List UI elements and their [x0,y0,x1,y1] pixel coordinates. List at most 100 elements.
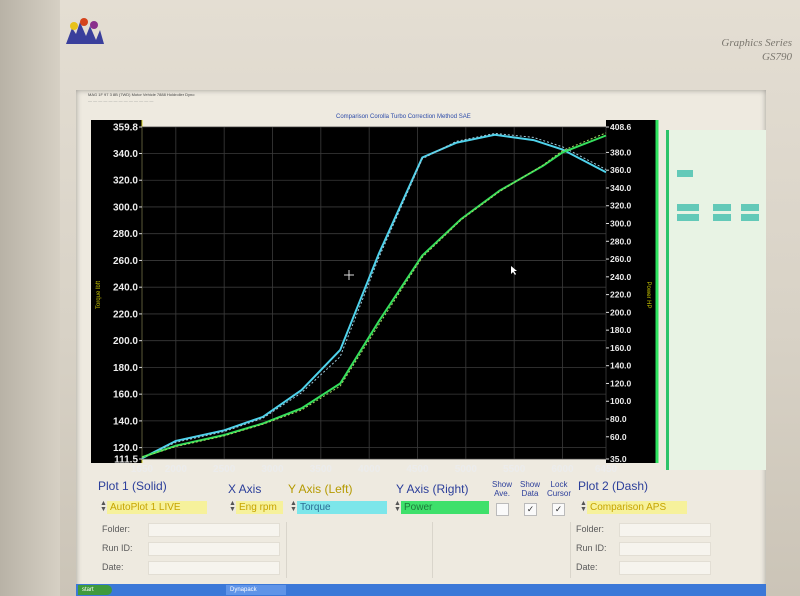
x-tick-label: 4500 [406,464,429,475]
y-right-tick-label: 240.0 [610,272,632,282]
brand-model: GS790 [762,51,792,63]
y-left-tick-label: 340.0 [113,149,138,160]
x-tick-label: 5000 [455,464,478,475]
y-right-tick-label: 380.0 [610,147,632,157]
xaxis-label: X Axis [228,482,262,496]
info-divider [286,522,287,578]
runid-label-2: Run ID: [576,543,607,553]
rp-cell [713,214,731,221]
plot2-select[interactable]: Comparison APS [587,501,687,514]
xaxis-spinner[interactable]: ▲ ▼ [229,500,236,514]
y-right-tick-label: 180.0 [610,325,632,335]
y-left-tick-label: 220.0 [113,309,138,320]
y-left-tick-label: 120.0 [113,443,138,454]
bezel-shadow [0,0,60,596]
lock-cursor-checkbox[interactable]: ✓ [552,503,565,516]
yright-label: Y Axis (Right) [396,482,469,496]
viewsonic-birds-logo [66,18,104,44]
plot2-label: Plot 2 (Dash) [578,479,649,493]
y-right-tick-label: 320.0 [610,201,632,211]
yright-select[interactable]: Power [401,501,489,514]
rp-cell [713,204,731,211]
plot1-spinner[interactable]: ▲ ▼ [100,500,107,514]
x-tick-label: 2000 [165,464,188,475]
yleft-spinner[interactable]: ▲ ▼ [290,500,297,514]
taskbar-item-dynapack[interactable]: Dynapack [226,585,286,595]
y-left-tick-label: 111.5 [114,455,138,466]
y-right-tick-label: 100.0 [610,396,632,406]
xaxis-select[interactable]: Eng rpm [236,501,283,514]
folder-field[interactable] [148,523,280,537]
info-divider [432,522,433,578]
y-right-tick-label: 300.0 [610,219,632,229]
rp-cell [677,170,693,177]
y-right-tick-label: 120.0 [610,378,632,388]
runid-field-2[interactable] [619,542,711,556]
y-left-tick-label: 240.0 [113,283,138,294]
y-right-tick-label: 60.0 [610,432,627,442]
y-right-tick-label: 140.0 [610,361,632,371]
y-left-tick-label: 300.0 [113,202,138,213]
plot1-select[interactable]: AutoPlot 1 LIVE [107,501,207,514]
show-ave-label: Show Ave. [491,480,512,498]
y-left-tick-label: 260.0 [113,256,138,267]
rp-cell [741,214,759,221]
taskbar: start Dynapack [76,584,766,596]
y-left-tick-label: 160.0 [113,390,138,401]
dyno-chart[interactable]: 1650 2000 2500 3000 3500 4000 4500 5000 5500 6000… [91,120,666,478]
x-tick-label: 6000 [551,464,574,475]
y-right-tick-label: 260.0 [610,254,632,264]
x-tick-label: 6450 [595,464,618,475]
show-data-checkbox[interactable]: ✓ [524,503,537,516]
lock-cursor-label: Lock Cursor [546,480,571,498]
y-left-tick-label: 180.0 [113,363,138,374]
x-tick-label: 3000 [261,464,284,475]
y-right-tick-label: 340.0 [610,183,632,193]
y-right-tick-label: 220.0 [610,290,632,300]
plot-background [142,127,606,459]
plot1-label: Plot 1 (Solid) [98,479,167,493]
y-right-tick-label: 160.0 [610,343,632,353]
info-divider [570,522,571,578]
x-tick-label: 1650 [131,464,154,475]
y-right-tick-label: 35.0 [610,454,627,464]
y-left-tick-label: 359.8 [113,123,138,134]
date-label: Date: [102,562,124,572]
runid-field[interactable] [148,542,280,556]
dyno-subheader: — — — — — — — — — — — — — [88,98,154,103]
x-tick-label: 3500 [310,464,333,475]
plot2-spinner[interactable]: ▲ ▼ [580,500,587,514]
rp-cell [741,204,759,211]
y-left-tick-label: 320.0 [113,176,138,187]
date-label-2: Date: [576,562,598,572]
y-left-tick-label: 280.0 [113,229,138,240]
y-right-tick-label: 80.0 [610,414,627,424]
monitor-brand: Graphics Series GS790 [700,36,792,64]
monitor-screen: MAG 1F 97 3 8B (7WD) Motor Vehicle 7888 … [76,90,766,596]
y-right-axis-label: Power HP [645,281,651,308]
rp-cell [677,214,699,221]
folder-field-2[interactable] [619,523,711,537]
folder-label-2: Folder: [576,524,605,534]
y-left-tick-label: 200.0 [113,336,138,347]
x-tick-label: 4000 [358,464,381,475]
yright-spinner[interactable]: ▲ ▼ [394,500,401,514]
start-button[interactable]: start [78,585,112,595]
y-right-tick-label: 200.0 [610,307,632,317]
y-left-axis-label: Torque lbft [96,281,102,309]
date-field-2[interactable] [619,561,711,575]
y-right-tick-label: 360.0 [610,165,632,175]
dyno-header-text: MAG 1F 97 3 8B (7WD) Motor Vehicle 7888 … [88,92,195,97]
brand-series: Graphics Series [721,37,792,49]
yleft-label: Y Axis (Left) [288,482,353,496]
y-right-tick-label: 280.0 [610,236,632,246]
show-ave-checkbox[interactable] [496,503,509,516]
show-data-label: Show Data [519,480,540,498]
x-tick-label: 5500 [503,464,526,475]
x-tick-label: 2500 [213,464,236,475]
rp-cell [677,204,699,211]
folder-label: Folder: [102,524,131,534]
date-field[interactable] [148,561,280,575]
yleft-select[interactable]: Torque [297,501,387,514]
y-right-tick-label: 408.6 [610,122,632,132]
